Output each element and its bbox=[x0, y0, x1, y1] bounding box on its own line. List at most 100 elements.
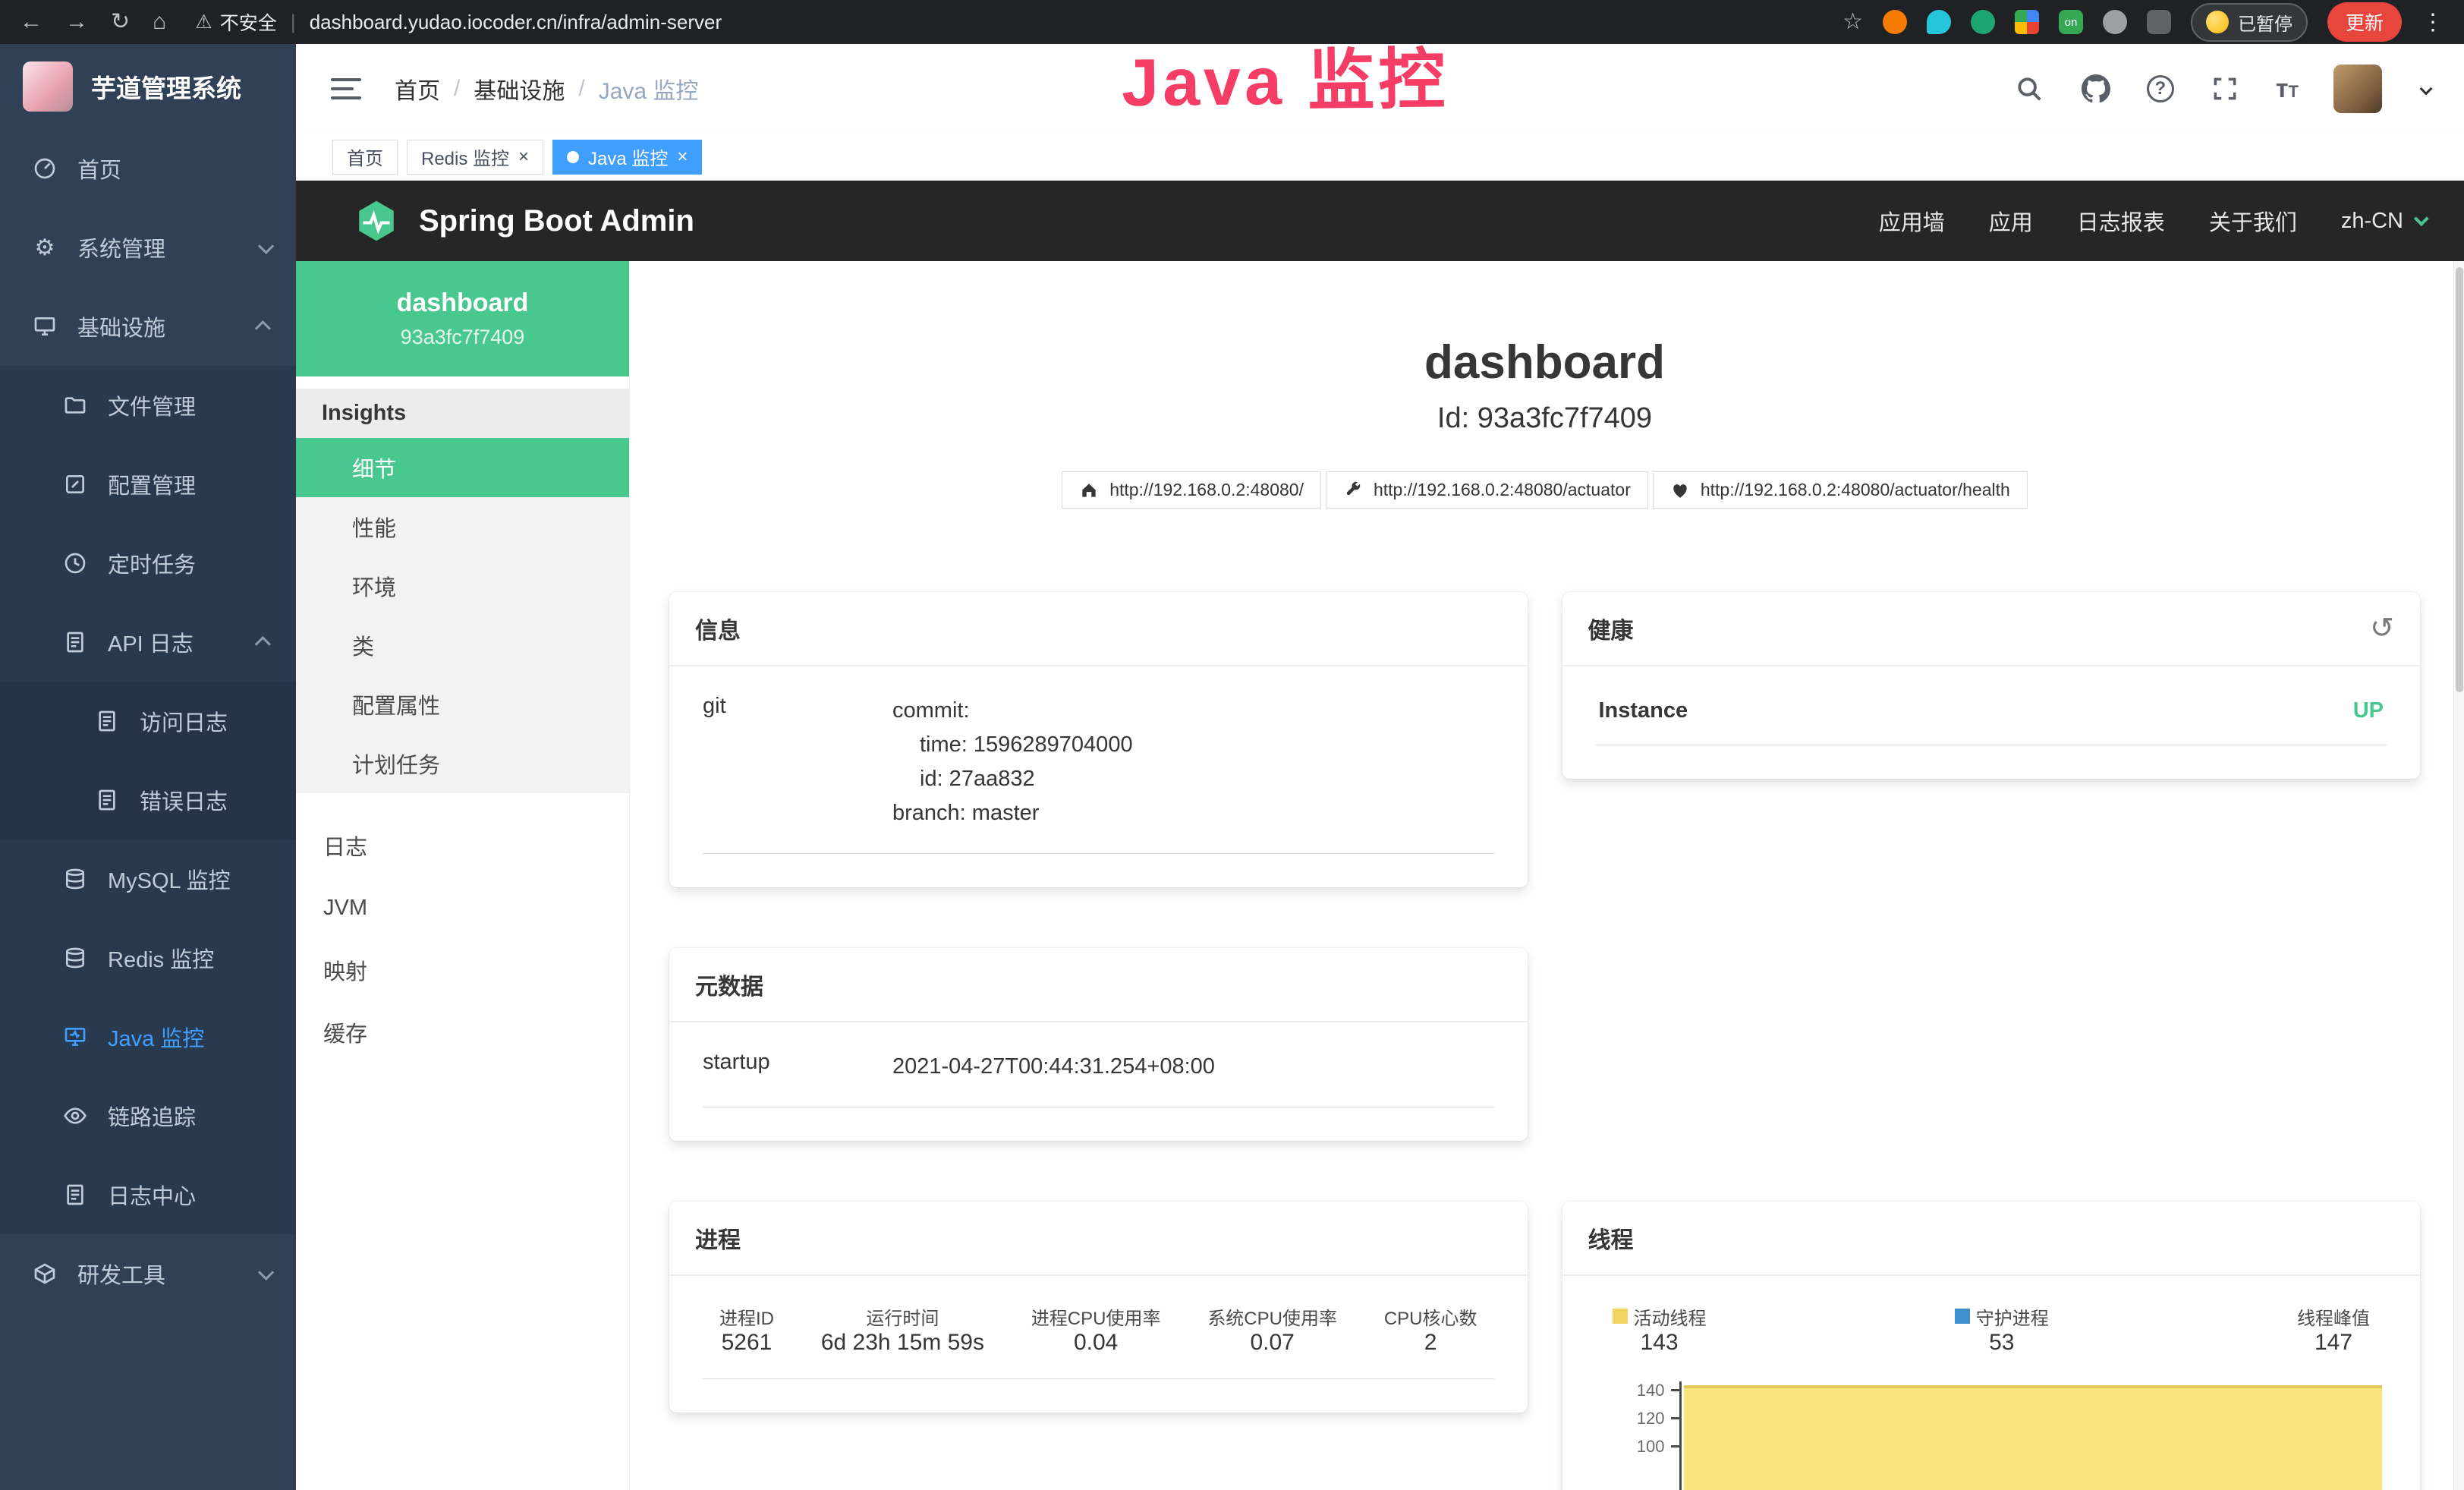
sidebar-item-infra[interactable]: 基础设施 bbox=[0, 287, 296, 366]
sba-navbar: Spring Boot Admin 应用墙 应用 日志报表 关于我们 zh-CN bbox=[296, 181, 2464, 261]
row-value: commit: time: 1596289704000 id: 27aa832 … bbox=[892, 694, 1494, 830]
close-icon[interactable]: × bbox=[677, 148, 688, 166]
sidebar-item-java-monitor[interactable]: Java 监控 bbox=[0, 997, 296, 1076]
sidebar-item-redis[interactable]: Redis 监控 bbox=[0, 918, 296, 997]
tab-label: 首页 bbox=[347, 143, 383, 170]
sync-paused-badge[interactable]: 已暂停 bbox=[2191, 3, 2308, 42]
breadcrumb-item[interactable]: 基础设施 bbox=[474, 72, 565, 106]
sidebar-item-dev-tools[interactable]: 研发工具 bbox=[0, 1234, 296, 1313]
link-actuator-url[interactable]: http://192.168.0.2:48080/actuator bbox=[1326, 471, 1648, 509]
forward-icon[interactable]: → bbox=[65, 11, 88, 33]
sidebar-item-error-log[interactable]: 错误日志 bbox=[0, 761, 296, 840]
app-logo[interactable]: 芋道管理系统 bbox=[0, 44, 296, 129]
sba-item-details[interactable]: 细节 bbox=[296, 438, 629, 497]
fullscreen-icon[interactable] bbox=[2209, 73, 2241, 105]
scrollbar[interactable] bbox=[2453, 261, 2464, 1490]
tags-bar: 首页 Redis 监控 × Java 监控 × bbox=[296, 134, 2464, 181]
bookmark-star-icon[interactable]: ☆ bbox=[1842, 11, 1863, 33]
sba-item-caches[interactable]: 缓存 bbox=[296, 1001, 629, 1063]
chevron-up-icon bbox=[255, 320, 271, 336]
sidebar-item-home[interactable]: 首页 bbox=[0, 129, 296, 208]
threads-area-chart: 140 120 100 bbox=[1679, 1381, 2387, 1490]
tab-home[interactable]: 首页 bbox=[332, 140, 398, 175]
extension-icon-2[interactable] bbox=[1927, 10, 1951, 34]
sba-item-mappings[interactable]: 映射 bbox=[296, 939, 629, 1001]
tab-java-monitor[interactable]: Java 监控 × bbox=[552, 140, 702, 175]
sba-item-environment[interactable]: 环境 bbox=[296, 556, 629, 616]
tab-label: Java 监控 bbox=[588, 143, 668, 170]
browser-menu-icon[interactable]: ⋮ bbox=[2422, 9, 2444, 36]
avatar[interactable] bbox=[2333, 65, 2382, 113]
header-actions: ? тT bbox=[2013, 65, 2431, 113]
table-row: git commit: time: 1596289704000 id: 27aa… bbox=[703, 694, 1494, 854]
sba-item-logs[interactable]: 日志 bbox=[296, 814, 629, 877]
table-row[interactable]: Instance UP bbox=[1596, 694, 2387, 745]
hamburger-icon[interactable] bbox=[331, 78, 361, 99]
sba-item-jvm[interactable]: JVM bbox=[296, 877, 629, 939]
home-icon bbox=[1079, 480, 1099, 500]
reload-icon[interactable]: ↻ bbox=[111, 11, 130, 33]
sidebar-item-jobs[interactable]: 定时任务 bbox=[0, 524, 296, 603]
sidebar-item-files[interactable]: 文件管理 bbox=[0, 366, 296, 445]
sidebar-item-label: 访问日志 bbox=[140, 705, 270, 737]
instance-header[interactable]: dashboard 93a3fc7f7409 bbox=[296, 261, 629, 376]
security-warning[interactable]: ⚠ 不安全 bbox=[195, 8, 276, 36]
sba-item-performance[interactable]: 性能 bbox=[296, 497, 629, 556]
sidebar-item-api-log[interactable]: API 日志 bbox=[0, 603, 296, 682]
browser-actions: ☆ on 已暂停 更新 ⋮ bbox=[1842, 2, 2444, 42]
sba-nav-wallboard[interactable]: 应用墙 bbox=[1879, 205, 1945, 237]
sba-menu-items: 日志 JVM 映射 缓存 bbox=[296, 814, 629, 1063]
sba-brand[interactable]: Spring Boot Admin bbox=[354, 198, 694, 244]
sba-item-classes[interactable]: 类 bbox=[296, 616, 629, 675]
extension-icon-5[interactable]: on bbox=[2059, 10, 2083, 34]
url-text[interactable]: dashboard.yudao.iocoder.cn/infra/admin-s… bbox=[310, 11, 722, 34]
sba-nav-journal[interactable]: 日志报表 bbox=[2077, 205, 2165, 237]
back-icon[interactable]: ← bbox=[20, 11, 42, 33]
sidebar-item-tracing[interactable]: 链路追踪 bbox=[0, 1076, 296, 1155]
sidebar-item-log-center[interactable]: 日志中心 bbox=[0, 1155, 296, 1234]
sidebar-item-config[interactable]: 配置管理 bbox=[0, 445, 296, 524]
sba-nav-links: 应用墙 应用 日志报表 关于我们 zh-CN bbox=[1879, 205, 2425, 237]
sba-item-config-props[interactable]: 配置属性 bbox=[296, 675, 629, 734]
extension-icon-3[interactable] bbox=[1971, 10, 1995, 34]
extension-puzzle-icon[interactable] bbox=[2147, 10, 2171, 34]
search-icon[interactable] bbox=[2013, 73, 2045, 105]
omnibox[interactable]: ⚠ 不安全 | dashboard.yudao.iocoder.cn/infra… bbox=[195, 8, 1820, 36]
sba-nav-about[interactable]: 关于我们 bbox=[2209, 205, 2297, 237]
browser-home-icon[interactable]: ⌂ bbox=[153, 11, 166, 33]
tab-redis-monitor[interactable]: Redis 监控 × bbox=[407, 140, 543, 175]
sba-nav-applications[interactable]: 应用 bbox=[1989, 205, 2033, 237]
breadcrumb: 首页 / 基础设施 / Java 监控 bbox=[395, 72, 698, 106]
heart-icon bbox=[1670, 480, 1690, 500]
sidebar-item-system[interactable]: ⚙ 系统管理 bbox=[0, 208, 296, 287]
sba-item-scheduled-tasks[interactable]: 计划任务 bbox=[296, 734, 629, 793]
breadcrumb-item[interactable]: 首页 bbox=[395, 72, 440, 106]
history-icon[interactable]: ↺ bbox=[2370, 614, 2394, 643]
breadcrumb-current: Java 监控 bbox=[599, 72, 699, 106]
sidebar-item-label: 系统管理 bbox=[77, 232, 239, 263]
locale-select[interactable]: zh-CN bbox=[2341, 209, 2425, 234]
document-icon bbox=[94, 787, 120, 813]
link-health-url[interactable]: http://192.168.0.2:48080/actuator/health bbox=[1653, 471, 2028, 509]
avatar-caret-icon[interactable] bbox=[2420, 83, 2433, 96]
metric-label: 进程ID bbox=[719, 1303, 774, 1330]
sidebar-item-access-log[interactable]: 访问日志 bbox=[0, 682, 296, 761]
font-size-icon[interactable]: тT bbox=[2276, 74, 2299, 104]
sidebar-item-mysql[interactable]: MySQL 监控 bbox=[0, 840, 296, 918]
health-instance-label: Instance bbox=[1599, 698, 1688, 723]
github-icon[interactable] bbox=[2080, 73, 2112, 105]
omnibox-divider: | bbox=[291, 11, 296, 34]
extension-icon-4[interactable] bbox=[2015, 10, 2039, 34]
instance-id: 93a3fc7f7409 bbox=[401, 326, 525, 349]
card-title-text: 健康 bbox=[1588, 612, 1634, 645]
extension-icon-6[interactable] bbox=[2103, 10, 2127, 34]
close-icon[interactable]: × bbox=[518, 148, 529, 166]
update-button[interactable]: 更新 bbox=[2327, 2, 2402, 42]
help-icon[interactable]: ? bbox=[2147, 75, 2174, 102]
sba-sidebar: dashboard 93a3fc7f7409 Insights 细节 性能 环境… bbox=[296, 261, 630, 1490]
info-card: 信息 git commit: time: 1596289704000 id: 2… bbox=[669, 592, 1528, 887]
legend-swatch-active bbox=[1613, 1309, 1628, 1324]
extension-icon-1[interactable] bbox=[1883, 10, 1907, 34]
scrollbar-thumb[interactable] bbox=[2456, 267, 2463, 692]
link-service-url[interactable]: http://192.168.0.2:48080/ bbox=[1062, 471, 1321, 509]
